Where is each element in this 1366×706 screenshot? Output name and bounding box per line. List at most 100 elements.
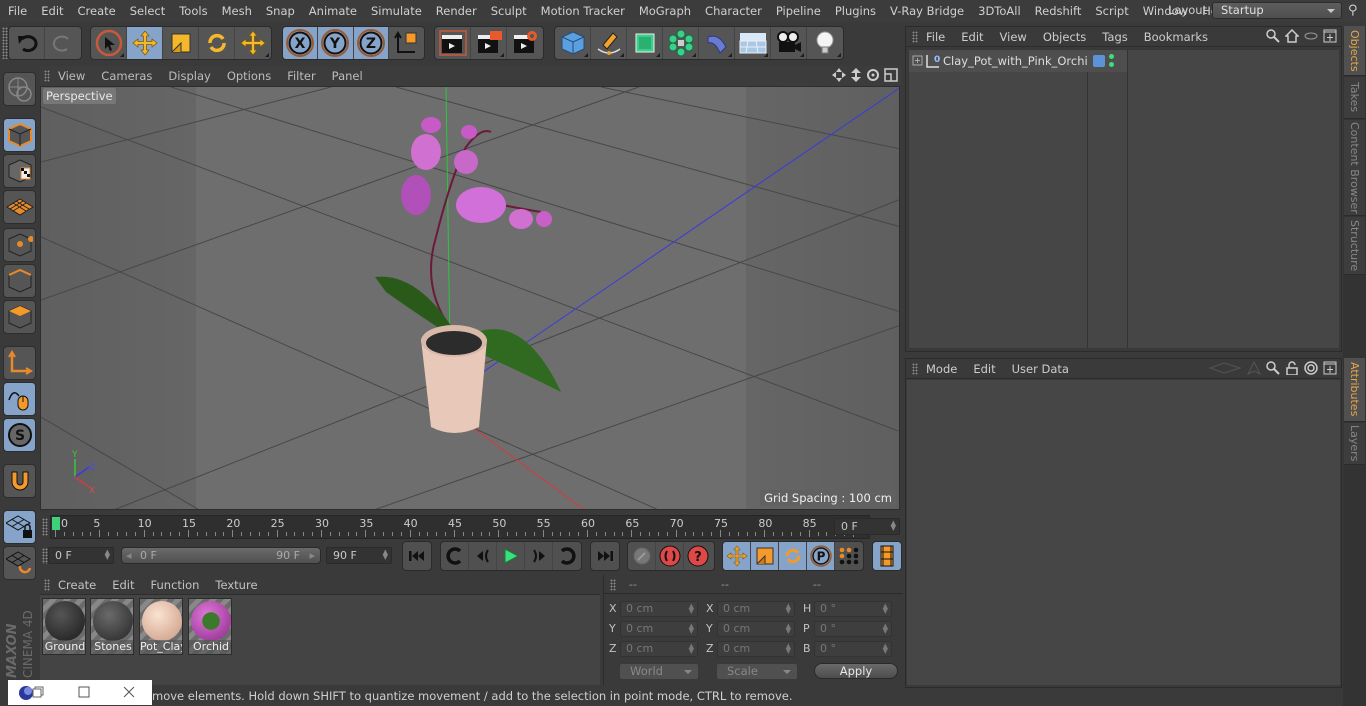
object-menu-view[interactable]: View: [992, 30, 1035, 44]
deformer-button[interactable]: [699, 27, 735, 59]
go-to-end-button[interactable]: [591, 542, 619, 570]
search-icon[interactable]: ⚲: [1348, 3, 1358, 18]
perspective-viewport[interactable]: Y Z X Perspective Grid Spacing : 100 cm: [40, 86, 900, 510]
render-settings-button[interactable]: [507, 27, 543, 59]
menu-character[interactable]: Character: [698, 4, 769, 18]
tab-content-browser[interactable]: Content Browser: [1344, 120, 1365, 216]
scale-key-button[interactable]: [751, 542, 779, 570]
close-icon[interactable]: [123, 686, 135, 698]
menu-file[interactable]: File: [0, 4, 34, 18]
material-menu-function[interactable]: Function: [143, 578, 208, 592]
cloner-button[interactable]: [663, 27, 699, 59]
scale-tool-button[interactable]: [163, 27, 199, 59]
coord-field[interactable]: 0 ° ▲ ▼: [814, 621, 892, 637]
menu-select[interactable]: Select: [123, 4, 172, 18]
rotation-key-button[interactable]: [779, 542, 807, 570]
object-menu-tags[interactable]: Tags: [1094, 30, 1135, 44]
current-frame-field[interactable]: 0 F ▲ ▼: [834, 518, 900, 535]
tweak-mode-button[interactable]: [3, 382, 36, 416]
timeline-grip[interactable]: [42, 518, 48, 536]
menu-mograph[interactable]: MoGraph: [632, 4, 698, 18]
keyframe-selection-button[interactable]: ?: [684, 542, 712, 570]
render-view-button[interactable]: [435, 27, 471, 59]
menu-pipeline[interactable]: Pipeline: [769, 4, 828, 18]
object-name[interactable]: Clay_Pot_with_Pink_Orchid: [943, 54, 1095, 68]
pen-button[interactable]: [591, 27, 627, 59]
new-panel-icon[interactable]: [1323, 29, 1337, 43]
viewport-menu-display[interactable]: Display: [160, 69, 218, 83]
make-editable-button[interactable]: [3, 72, 36, 106]
play-button[interactable]: [497, 542, 525, 570]
transform-type-dropdown[interactable]: Scale: [716, 663, 798, 680]
object-menu-file[interactable]: File: [918, 30, 953, 44]
start-frame-field[interactable]: 0 F ▲ ▼: [48, 547, 114, 564]
viewport-menu-filter[interactable]: Filter: [279, 69, 323, 83]
edges-mode-button[interactable]: [3, 264, 36, 298]
spinner-icon[interactable]: ▲ ▼: [689, 623, 694, 635]
material-orchid[interactable]: Orchid: [188, 598, 232, 655]
material-pot-clay[interactable]: Pot_Clay: [139, 598, 183, 655]
viewport-dolly-icon[interactable]: [850, 68, 862, 82]
tab-attributes[interactable]: Attributes: [1344, 358, 1365, 422]
camera-label[interactable]: Perspective: [43, 88, 116, 104]
recent-tool-button[interactable]: [235, 27, 271, 59]
end-frame-field[interactable]: 90 F ▲ ▼: [326, 547, 392, 564]
spinner-icon[interactable]: ▲ ▼: [689, 643, 694, 655]
axis-mode-button[interactable]: [3, 346, 36, 380]
editor-visibility-dot[interactable]: [1109, 54, 1114, 59]
coord-field[interactable]: 0 cm ▲ ▼: [620, 641, 698, 657]
viewport-orbit-icon[interactable]: [866, 68, 880, 82]
previous-frame-button[interactable]: [469, 542, 497, 570]
viewport-menu-panel[interactable]: Panel: [324, 69, 371, 83]
attribute-menu-edit[interactable]: Edit: [965, 362, 1003, 376]
picture-viewer-button[interactable]: [471, 27, 507, 59]
menu-render[interactable]: Render: [429, 4, 484, 18]
record-keys-button[interactable]: [628, 542, 656, 570]
coord-field[interactable]: 0 cm ▲ ▼: [717, 621, 795, 637]
points-mode-button[interactable]: [3, 228, 36, 262]
attribute-menu-user-data[interactable]: User Data: [1004, 362, 1077, 376]
menu-motion-tracker[interactable]: Motion Tracker: [534, 4, 632, 18]
polygons-mode-button[interactable]: [3, 300, 36, 334]
rotate-tool-button[interactable]: [199, 27, 235, 59]
spinner-icon[interactable]: ▲ ▼: [689, 603, 694, 615]
tab-layers[interactable]: Layers: [1344, 423, 1365, 465]
coord-field[interactable]: 0 ° ▲ ▼: [814, 601, 892, 617]
menu-script[interactable]: Script: [1088, 4, 1135, 18]
unlock-icon[interactable]: [1285, 361, 1299, 375]
tab-takes[interactable]: Takes: [1344, 77, 1365, 119]
coord-field[interactable]: 0 cm ▲ ▼: [717, 601, 795, 617]
collapse-icon[interactable]: [1304, 29, 1318, 43]
next-frame-button[interactable]: [525, 542, 553, 570]
cube-button[interactable]: [555, 27, 591, 59]
viewport-pan-icon[interactable]: [832, 68, 846, 82]
menu-v-ray-bridge[interactable]: V-Ray Bridge: [883, 4, 971, 18]
spinner-icon[interactable]: ▲ ▼: [383, 549, 388, 561]
layout-dropdown[interactable]: Startup: [1212, 2, 1342, 19]
timeline-window-button[interactable]: [873, 542, 901, 570]
target-icon[interactable]: [1304, 361, 1318, 375]
autokeying-button[interactable]: [656, 542, 684, 570]
frame-range-slider[interactable]: ◂ 0 F 90 F ▸: [121, 547, 321, 564]
menu-sculpt[interactable]: Sculpt: [484, 4, 534, 18]
viewport-menu-view[interactable]: View: [50, 69, 93, 83]
timeline-ruler[interactable]: 051015202530354045505560657075808590: [50, 515, 870, 539]
previous-key-button[interactable]: [441, 542, 469, 570]
search-icon[interactable]: [1266, 29, 1280, 43]
parameter-key-button[interactable]: P: [807, 542, 835, 570]
menu-create[interactable]: Create: [71, 4, 123, 18]
expand-icon[interactable]: [912, 55, 924, 67]
render-visibility-dot[interactable]: [1109, 62, 1114, 67]
spinner-icon[interactable]: ▲ ▼: [883, 643, 888, 655]
menu-tools[interactable]: Tools: [172, 4, 214, 18]
x-axis-lock-button[interactable]: X: [283, 27, 319, 59]
tab-objects[interactable]: Objects: [1344, 26, 1365, 76]
light-button[interactable]: [807, 27, 843, 59]
texture-mode-button[interactable]: [3, 154, 36, 188]
coord-field[interactable]: 0 ° ▲ ▼: [814, 641, 892, 657]
search-icon[interactable]: [1266, 361, 1280, 375]
workplane-lock-button[interactable]: [3, 510, 36, 544]
model-mode-button[interactable]: [3, 118, 36, 152]
coord-field[interactable]: 0 cm ▲ ▼: [717, 641, 795, 657]
viewport-menu-cameras[interactable]: Cameras: [93, 69, 160, 83]
